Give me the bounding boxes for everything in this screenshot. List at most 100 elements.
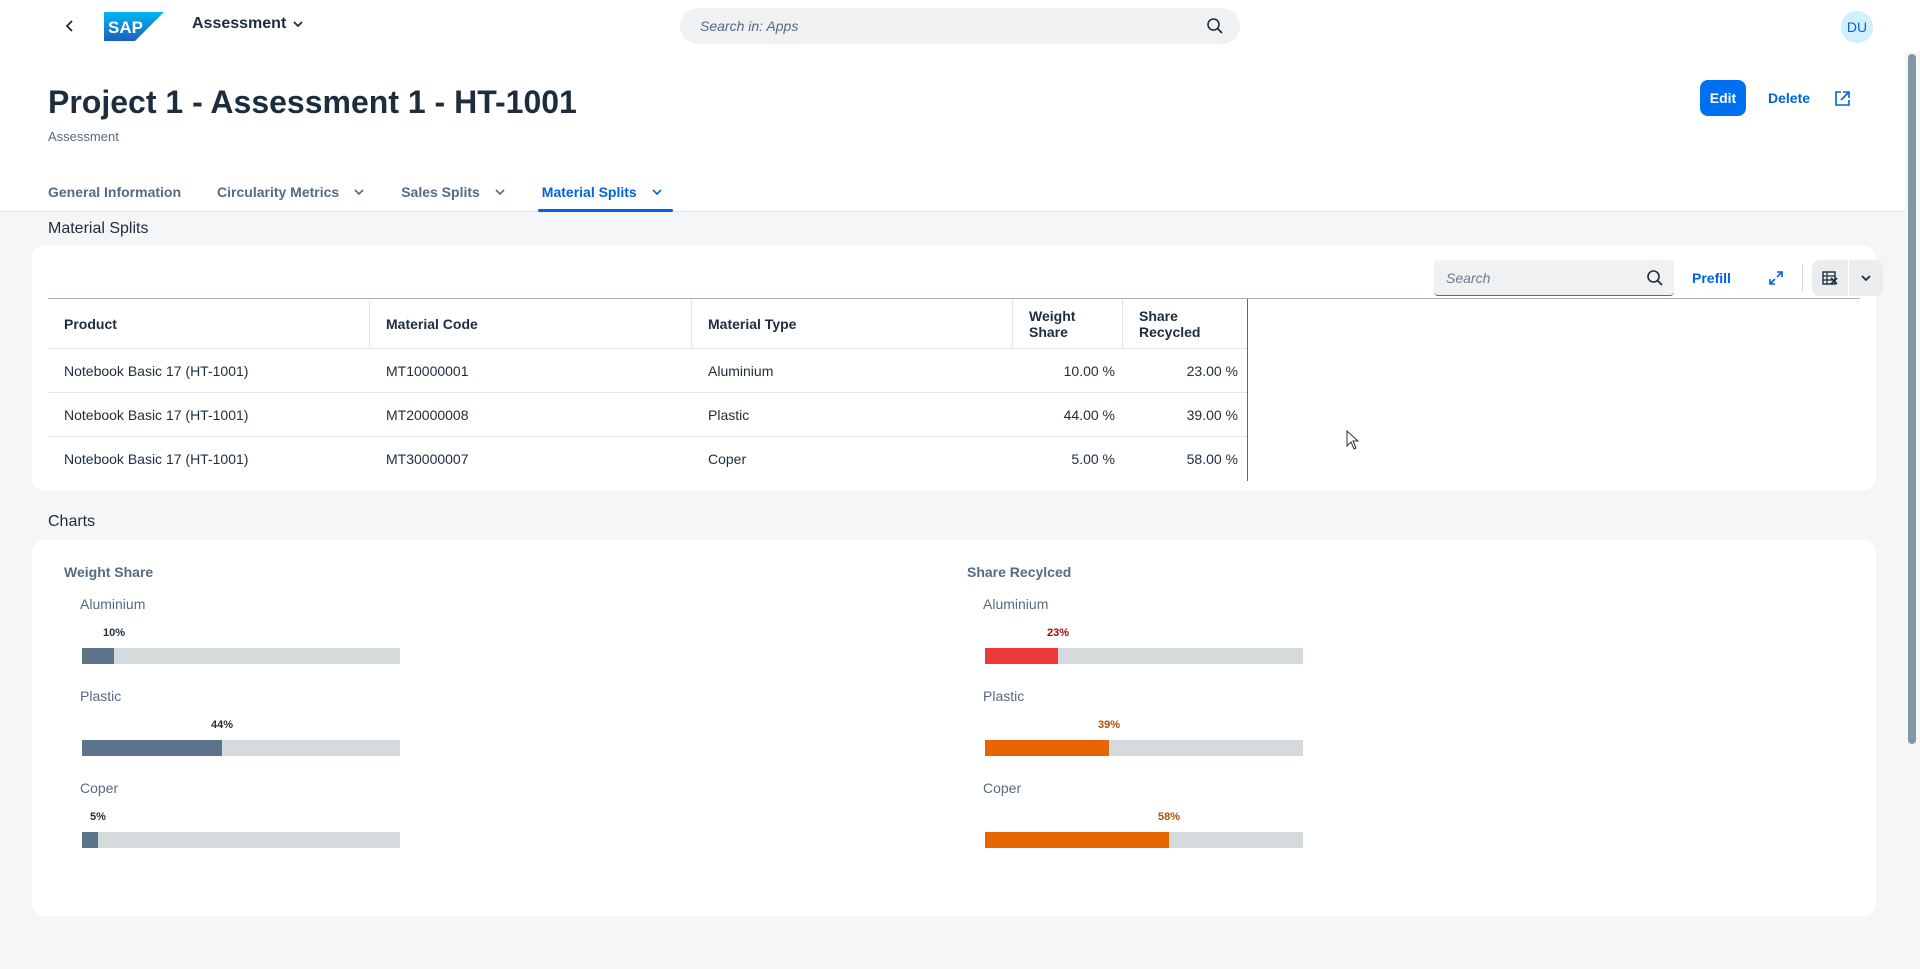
toolbar-separator [1802, 264, 1803, 292]
sap-logo-text: SAP [108, 18, 143, 37]
table-row[interactable]: Notebook Basic 17 (HT-1001) MT30000007 C… [48, 437, 1247, 481]
sap-logo[interactable]: SAP [104, 12, 164, 41]
back-button[interactable] [56, 12, 84, 40]
bar-item: Aluminium 10% [80, 596, 400, 676]
tab-sales-splits[interactable]: Sales Splits [401, 176, 506, 212]
bar-value-label: 5% [90, 811, 106, 823]
material-splits-table-card: Prefill Product Material Code Material T… [32, 246, 1883, 490]
tab-material-splits[interactable]: Material Splits [537, 176, 673, 212]
bar-item: Coper 5% [80, 780, 400, 860]
chart-title: Share Recylced [967, 564, 1072, 580]
page-subtitle: Assessment [48, 129, 119, 144]
delete-button[interactable]: Delete [1760, 80, 1818, 116]
search-icon[interactable] [1206, 17, 1224, 40]
cell-material-code: MT20000008 [386, 406, 469, 423]
page-title: Project 1 - Assessment 1 - HT-1001 [48, 84, 577, 120]
bar-category-label: Plastic [80, 688, 122, 704]
bar[interactable] [985, 832, 1169, 848]
cell-material-type: Coper [708, 451, 747, 467]
app-title-menu[interactable]: Assessment [192, 15, 304, 33]
cell-product: Notebook Basic 17 (HT-1001) [64, 406, 249, 423]
cell-product: Notebook Basic 17 (HT-1001) [64, 451, 249, 467]
anchor-bar: General Information Circularity Metrics … [48, 176, 699, 212]
column-header-material-code[interactable]: Material Code [370, 299, 692, 348]
share-icon [1834, 90, 1850, 106]
bar-category-label: Coper [80, 780, 119, 796]
tab-label: Circularity Metrics [217, 184, 340, 200]
chevron-down-icon [293, 21, 303, 28]
bar-track [985, 740, 1303, 756]
charts-card: Weight Share Aluminium 10% Plastic 44% Coper… [32, 540, 1876, 916]
bar-category-label: Plastic [983, 688, 1025, 704]
cell-material-type: Plastic [708, 406, 750, 423]
bar-track [985, 648, 1303, 664]
table-row[interactable]: Notebook Basic 17 (HT-1001) MT10000001 A… [48, 349, 1247, 393]
chevron-down-icon [1861, 275, 1871, 282]
tab-label: Sales Splits [401, 184, 480, 200]
material-splits-table: Product Material Code Material Type Weig… [48, 298, 1860, 481]
bar-track [82, 648, 400, 664]
bar-track [82, 832, 400, 848]
fullscreen-icon [1769, 271, 1783, 285]
cell-share-recycled: 39.00 % [1186, 406, 1238, 423]
bar-value-label: 10% [102, 627, 126, 639]
cell-share-recycled: 23.00 % [1186, 362, 1238, 379]
bar-value-label: 58% [1157, 811, 1181, 823]
search-icon[interactable] [1646, 269, 1664, 292]
object-page-header: Project 1 - Assessment 1 - HT-1001 Asses… [0, 52, 1905, 212]
global-search-input[interactable] [700, 8, 1180, 44]
table-header-row: Product Material Code Material Type Weig… [48, 299, 1247, 349]
bar[interactable] [82, 832, 98, 848]
column-header-material-type[interactable]: Material Type [692, 299, 1013, 348]
export-button[interactable] [1812, 260, 1848, 296]
column-header-product[interactable]: Product [48, 299, 370, 348]
mouse-cursor-icon [1346, 429, 1360, 455]
chevron-left-icon [65, 20, 73, 32]
cell-material-code: MT10000001 [386, 362, 469, 379]
bar-item: Coper 58% [983, 780, 1303, 860]
column-header-weight-share[interactable]: Weight Share [1013, 299, 1123, 348]
cell-weight-share: 44.00 % [1063, 406, 1115, 423]
bar[interactable] [985, 740, 1109, 756]
tab-circularity-metrics[interactable]: Circularity Metrics [217, 176, 365, 212]
app-title: Assessment [192, 15, 287, 32]
bar-track [82, 740, 400, 756]
tab-label: Material Splits [541, 184, 637, 200]
chevron-down-icon[interactable] [353, 186, 365, 198]
charts-heading: Charts [48, 513, 96, 530]
tab-general-information[interactable]: General Information [48, 176, 181, 212]
chevron-down-icon[interactable] [651, 186, 663, 198]
column-header-share-recycled[interactable]: Share Recycled [1123, 299, 1246, 348]
bar-item: Plastic 39% [983, 688, 1303, 768]
bar-value-label: 44% [210, 719, 234, 731]
cell-share-recycled: 58.00 % [1186, 451, 1238, 467]
cell-material-code: MT30000007 [386, 451, 469, 467]
table-search-input[interactable] [1446, 260, 1636, 296]
page-scrollbar[interactable] [1908, 54, 1916, 744]
avatar[interactable]: DU [1841, 11, 1873, 43]
export-menu-button[interactable] [1849, 260, 1883, 296]
bar-category-label: Aluminium [983, 596, 1049, 612]
tab-label: General Information [48, 184, 182, 200]
fullscreen-button[interactable] [1762, 264, 1790, 292]
table-row[interactable]: Notebook Basic 17 (HT-1001) MT20000008 P… [48, 393, 1247, 437]
bar-category-label: Coper [983, 780, 1022, 796]
shell-bar: SAP Assessment DU [0, 0, 1920, 52]
prefill-button[interactable]: Prefill [1684, 260, 1739, 296]
global-search [680, 8, 1240, 44]
bar[interactable] [82, 648, 114, 664]
cell-material-type: Aluminium [708, 362, 774, 379]
cell-weight-share: 10.00 % [1063, 362, 1115, 379]
export-spreadsheet-icon [1822, 271, 1838, 285]
bar[interactable] [985, 648, 1058, 664]
bar-track [985, 832, 1303, 848]
chevron-down-icon[interactable] [494, 186, 506, 198]
share-button[interactable] [1828, 84, 1856, 112]
edit-button[interactable]: Edit [1700, 80, 1746, 116]
bar-category-label: Aluminium [80, 596, 146, 612]
bar-item: Aluminium 23% [983, 596, 1303, 676]
chart-title: Weight Share [64, 564, 154, 580]
table-grid: Product Material Code Material Type Weig… [48, 299, 1248, 481]
bar[interactable] [82, 740, 222, 756]
material-splits-heading: Material Splits [48, 220, 149, 237]
